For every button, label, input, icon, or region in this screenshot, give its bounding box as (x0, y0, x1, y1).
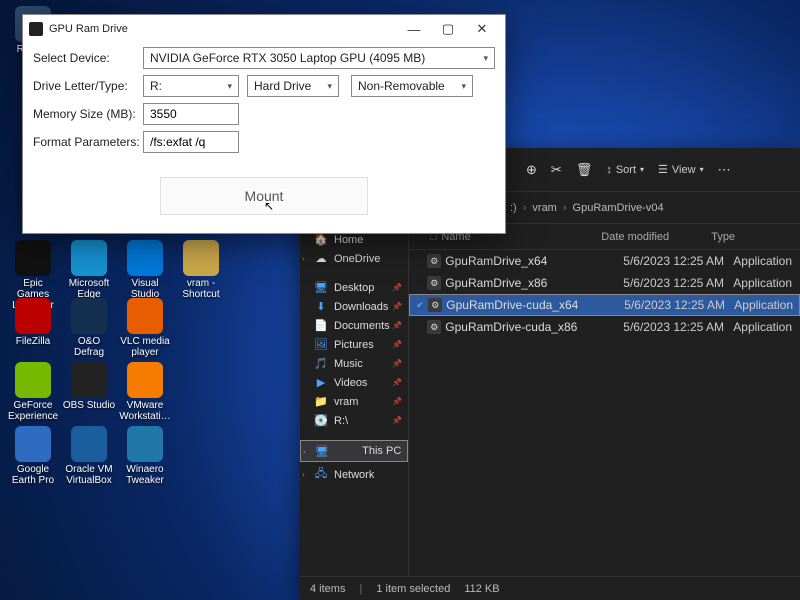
drive-letter-select[interactable]: R:▾ (143, 75, 239, 97)
desktop-icon[interactable]: Oracle VM VirtualBox (62, 426, 116, 486)
desktop-icon[interactable]: FileZilla (6, 298, 60, 347)
file-list: ☐Name Date modified Type ⚙GpuRamDrive_x6… (409, 224, 800, 576)
format-input[interactable] (143, 131, 239, 153)
nav-this-pc[interactable]: ›🖥This PC (300, 440, 408, 462)
sort-button[interactable]: ↕Sort▾ (606, 164, 644, 176)
mount-button[interactable]: Mount ↖ (160, 177, 368, 215)
label-letter: Drive Letter/Type: (33, 79, 143, 93)
chevron-down-icon: ▾ (483, 53, 488, 64)
desktop-icon[interactable]: vram - Shortcut (174, 240, 228, 300)
device-select[interactable]: NVIDIA GeForce RTX 3050 Laptop GPU (4095… (143, 47, 495, 69)
file-row[interactable]: ⚙GpuRamDrive_x645/6/2023 12:25 AMApplica… (409, 250, 800, 272)
dialog-titlebar[interactable]: GPU Ram Drive — ▢ ✕ (23, 15, 505, 43)
label-memory: Memory Size (MB): (33, 107, 143, 121)
removable-select[interactable]: Non-Removable▾ (351, 75, 473, 97)
nav-vram[interactable]: 📁vram (300, 392, 408, 411)
nav-network[interactable]: ›🖧Network (300, 462, 408, 487)
nav-r-drive[interactable]: 💽R:\ (300, 411, 408, 430)
minimize-button[interactable]: — (397, 18, 431, 40)
dialog-title: GPU Ram Drive (49, 23, 128, 35)
desktop-icon[interactable]: Google Earth Pro (6, 426, 60, 486)
new-icon[interactable]: ⊕ (526, 162, 537, 178)
file-row[interactable]: ⚙GpuRamDrive_x865/6/2023 12:25 AMApplica… (409, 272, 800, 294)
file-row[interactable]: ✔⚙GpuRamDrive-cuda_x645/6/2023 12:25 AMA… (409, 294, 800, 316)
desktop-icon[interactable]: VLC media player (118, 298, 172, 358)
desktop-icon[interactable]: GeForce Experience (6, 362, 60, 422)
file-row[interactable]: ⚙GpuRamDrive-cuda_x865/6/2023 12:25 AMAp… (409, 316, 800, 338)
nav-pictures[interactable]: 🖼Pictures (300, 335, 408, 354)
nav-desktop[interactable]: 🖥Desktop (300, 278, 408, 297)
nav-videos[interactable]: ▶Videos (300, 373, 408, 392)
view-button[interactable]: ☰View▾ (658, 163, 704, 176)
maximize-button[interactable]: ▢ (431, 18, 465, 40)
close-button[interactable]: ✕ (465, 18, 499, 40)
nav-music[interactable]: 🎵Music (300, 354, 408, 373)
memory-input[interactable] (143, 103, 239, 125)
desktop-icon[interactable]: Winaero Tweaker (118, 426, 172, 486)
app-icon (29, 22, 43, 36)
nav-documents[interactable]: 📄Documents (300, 316, 408, 335)
label-device: Select Device: (33, 51, 143, 65)
more-icon[interactable]: ⋯ (718, 162, 731, 178)
desktop-icon[interactable]: Microsoft Edge (62, 240, 116, 300)
delete-icon[interactable]: 🗑 (576, 162, 593, 178)
drive-type-select[interactable]: Hard Drive▾ (247, 75, 339, 97)
explorer-nav: 🏠Home ›☁OneDrive 🖥Desktop ⬇Downloads 📄Do… (300, 224, 409, 576)
desktop-icon[interactable]: O&O Defrag (62, 298, 116, 358)
label-format: Format Parameters: (33, 135, 143, 149)
cut-icon[interactable]: ✂ (551, 162, 562, 178)
nav-downloads[interactable]: ⬇Downloads (300, 297, 408, 316)
cursor-icon: ↖ (264, 199, 274, 213)
desktop-icon[interactable]: VMware Workstati… (118, 362, 172, 422)
gpu-ram-drive-dialog: GPU Ram Drive — ▢ ✕ Select Device: NVIDI… (22, 14, 506, 234)
explorer-status-bar: 4 items | 1 item selected 112 KB (300, 576, 800, 600)
desktop-icon[interactable]: OBS Studio (62, 362, 116, 411)
nav-onedrive[interactable]: ›☁OneDrive (300, 249, 408, 268)
